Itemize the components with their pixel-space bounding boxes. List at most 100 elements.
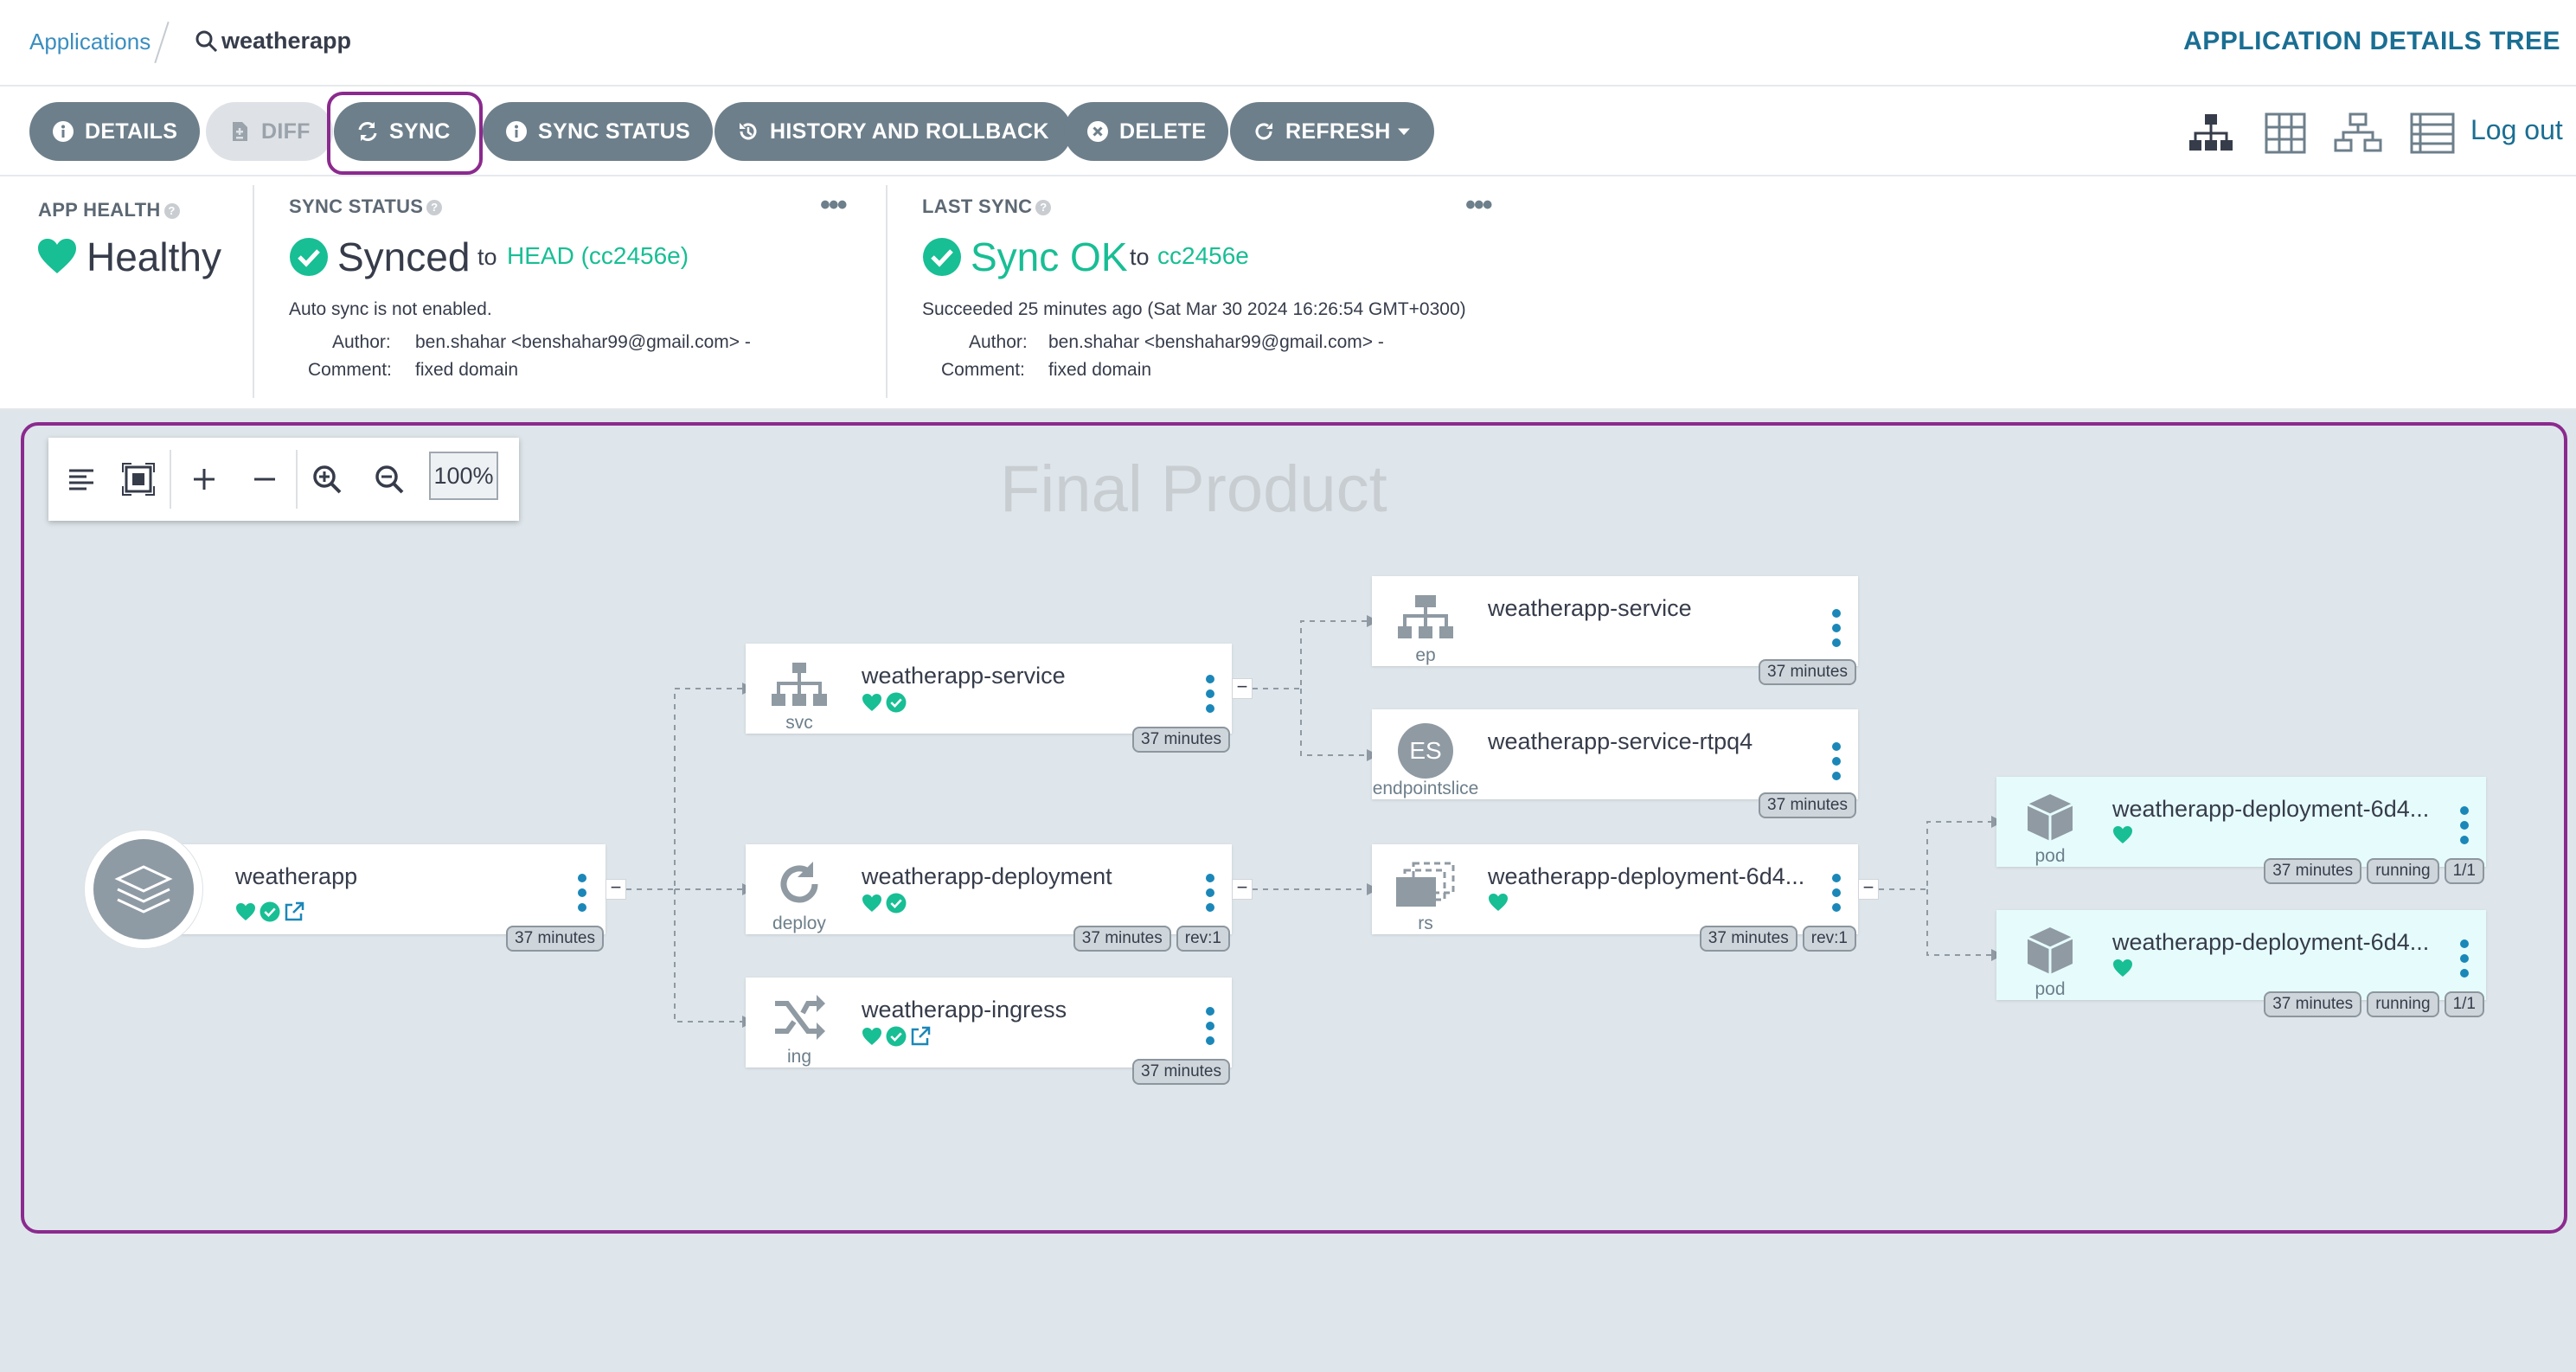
node-status xyxy=(2112,825,2133,844)
revision-badge: rev:1 xyxy=(1176,926,1230,952)
age-badge: 37 minutes xyxy=(1132,727,1230,753)
fit-view-icon[interactable] xyxy=(118,458,159,500)
age-badge: 37 minutes xyxy=(506,926,604,952)
node-name: weatherapp xyxy=(235,863,358,889)
annotation-title: Final Product xyxy=(1000,452,1387,526)
node-name: weatherapp-service-rtpq4 xyxy=(1488,728,1753,754)
service-icon xyxy=(772,663,827,706)
node-kind: endpointslice xyxy=(1372,779,1479,798)
node-menu-icon[interactable] xyxy=(1832,609,1841,647)
node-badges: 37 minutes xyxy=(1132,727,1230,753)
node-kind: ing xyxy=(786,1047,812,1067)
node-badges: 37 minutes rev:1 xyxy=(1073,926,1230,952)
node-menu-icon[interactable] xyxy=(578,874,586,912)
node-deployment[interactable]: deploy weatherapp-deployment 37 minutes r… xyxy=(746,844,1232,952)
endpoints-icon xyxy=(1398,595,1453,638)
age-badge: 37 minutes xyxy=(2264,858,2362,884)
node-kind: svc xyxy=(785,713,813,733)
node-pod[interactable]: pod weatherapp-deployment-6d4... 37 minu… xyxy=(1996,910,2486,1017)
node-menu-icon[interactable] xyxy=(1832,742,1841,780)
node-endpoints[interactable]: ep weatherapp-service 37 minutes xyxy=(1372,576,1858,685)
heart-icon xyxy=(1489,894,1508,911)
node-status xyxy=(2112,958,2133,978)
check-circle-icon xyxy=(886,893,907,914)
shuffle-icon xyxy=(775,995,825,1040)
external-link-icon[interactable] xyxy=(284,901,304,922)
node-kind: rs xyxy=(1418,914,1433,933)
collapse-toggle[interactable]: − xyxy=(606,878,626,900)
heart-icon xyxy=(2113,959,2132,977)
node-badges: 37 minutes xyxy=(506,926,604,952)
node-kind: ep xyxy=(1415,645,1436,665)
node-name: weatherapp-service xyxy=(862,663,1066,689)
node-badges: 37 minutes rev:1 xyxy=(1699,926,1856,952)
node-kind: deploy xyxy=(772,914,826,933)
node-badges: 37 minutes xyxy=(1759,659,1856,685)
age-badge: 37 minutes xyxy=(1073,926,1171,952)
node-kind: pod xyxy=(2035,979,2066,999)
node-pod[interactable]: pod weatherapp-deployment-6d4... 37 minu… xyxy=(1996,777,2486,884)
node-ingress[interactable]: ing weatherapp-ingress 37 minutes xyxy=(746,978,1232,1085)
ready-badge: 1/1 xyxy=(2444,858,2484,884)
align-left-icon[interactable] xyxy=(61,458,102,500)
node-status xyxy=(862,692,907,713)
node-menu-icon[interactable] xyxy=(1206,675,1214,713)
age-badge: 37 minutes xyxy=(1132,1059,1230,1085)
expand-all-icon[interactable] xyxy=(183,458,225,500)
heart-icon xyxy=(862,694,881,711)
node-badges: 37 minutes xyxy=(1759,792,1856,818)
node-name: weatherapp-deployment-6d4... xyxy=(2112,929,2430,955)
collapse-toggle[interactable]: − xyxy=(1232,878,1253,900)
node-status xyxy=(862,893,907,914)
heart-icon xyxy=(862,1028,881,1045)
age-badge: 37 minutes xyxy=(2264,991,2362,1017)
deploy-icon xyxy=(780,862,818,903)
node-replicaset[interactable]: rs weatherapp-deployment-6d4... 37 minut… xyxy=(1372,844,1858,952)
node-name: weatherapp-service xyxy=(1488,595,1692,621)
endpointslice-icon: ES xyxy=(1398,723,1453,779)
node-menu-icon[interactable] xyxy=(1832,874,1841,912)
age-badge: 37 minutes xyxy=(1759,659,1856,685)
pod-icon xyxy=(2027,927,2073,974)
node-status xyxy=(862,1026,931,1047)
tree-edges xyxy=(626,615,2003,1028)
age-badge: 37 minutes xyxy=(1759,792,1856,818)
pod-icon xyxy=(2027,794,2073,841)
revision-badge: rev:1 xyxy=(1802,926,1856,952)
heart-icon xyxy=(862,894,881,912)
app-icon-ring xyxy=(85,830,202,948)
node-badges: 37 minutes xyxy=(1132,1059,1230,1085)
collapse-toggle[interactable]: − xyxy=(1858,878,1879,900)
zoom-level[interactable]: 100% xyxy=(429,452,498,500)
node-status xyxy=(235,901,304,922)
zoom-out-icon[interactable] xyxy=(368,458,410,500)
node-badges: 37 minutes running 1/1 xyxy=(2264,858,2484,884)
replicaset-icon xyxy=(1396,862,1455,907)
node-endpointslice[interactable]: ES endpointslice weatherapp-service-rtpq… xyxy=(1372,709,1858,818)
node-name: weatherapp-deployment xyxy=(862,863,1112,889)
age-badge: 37 minutes xyxy=(1699,926,1797,952)
node-name: weatherapp-deployment-6d4... xyxy=(2112,796,2430,822)
heart-icon xyxy=(236,903,255,920)
node-name: weatherapp-deployment-6d4... xyxy=(1488,863,1805,889)
check-circle-icon xyxy=(886,1026,907,1047)
layers-icon xyxy=(93,839,194,939)
node-name: weatherapp-ingress xyxy=(862,997,1067,1023)
node-service[interactable]: svc weatherapp-service 37 minutes xyxy=(746,644,1232,753)
heart-icon xyxy=(2113,826,2132,843)
ready-badge: 1/1 xyxy=(2444,991,2484,1017)
node-menu-icon[interactable] xyxy=(2460,939,2469,978)
zoom-in-icon[interactable] xyxy=(306,458,348,500)
node-menu-icon[interactable] xyxy=(2460,806,2469,844)
external-link-icon[interactable] xyxy=(910,1026,931,1047)
node-app[interactable]: weatherapp 37 minutes xyxy=(142,844,606,952)
check-circle-icon xyxy=(886,692,907,713)
state-badge: running xyxy=(2367,991,2439,1017)
state-badge: running xyxy=(2367,858,2439,884)
check-circle-icon xyxy=(260,901,280,922)
collapse-all-icon[interactable] xyxy=(244,458,285,500)
node-status xyxy=(1488,893,1509,912)
collapse-toggle[interactable]: − xyxy=(1232,677,1253,699)
node-menu-icon[interactable] xyxy=(1206,874,1214,912)
node-menu-icon[interactable] xyxy=(1206,1007,1214,1045)
